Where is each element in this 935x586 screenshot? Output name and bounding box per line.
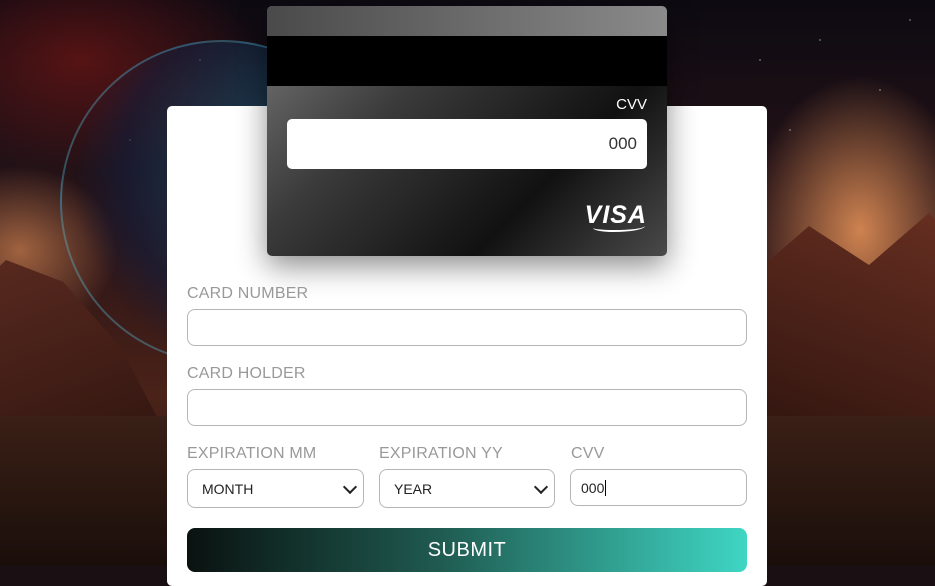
submit-button[interactable]: SUBMIT — [187, 528, 747, 572]
expiration-month-value: MONTH — [202, 480, 254, 497]
card-cvv-label: CVV — [616, 96, 647, 113]
magnetic-stripe — [267, 36, 667, 86]
expiration-mm-label: EXPIRATION MM — [187, 445, 317, 462]
expiration-year-select[interactable]: YEAR — [379, 469, 555, 508]
submit-button-label: SUBMIT — [427, 538, 507, 561]
chevron-down-icon — [533, 479, 549, 494]
card-cvv-display: 000 — [287, 119, 647, 169]
expiration-month-select[interactable]: MONTH — [187, 469, 364, 508]
chevron-down-icon — [342, 479, 358, 494]
card-holder-label: CARD HOLDER — [187, 365, 306, 382]
card-holder-input[interactable] — [187, 389, 747, 426]
cvv-label: CVV — [571, 445, 605, 462]
card-number-label: CARD NUMBER — [187, 285, 309, 302]
cvv-input-value: 000 — [581, 479, 605, 496]
expiration-year-value: YEAR — [394, 480, 433, 497]
text-caret — [605, 479, 607, 496]
visa-swoosh — [593, 222, 645, 232]
credit-card-back: CVV 000 VISA — [267, 6, 667, 256]
card-number-input[interactable] — [187, 309, 747, 346]
cvv-input[interactable]: 000 — [570, 469, 747, 506]
card-top-strip — [267, 6, 667, 36]
expiration-yy-label: EXPIRATION YY — [379, 445, 503, 462]
